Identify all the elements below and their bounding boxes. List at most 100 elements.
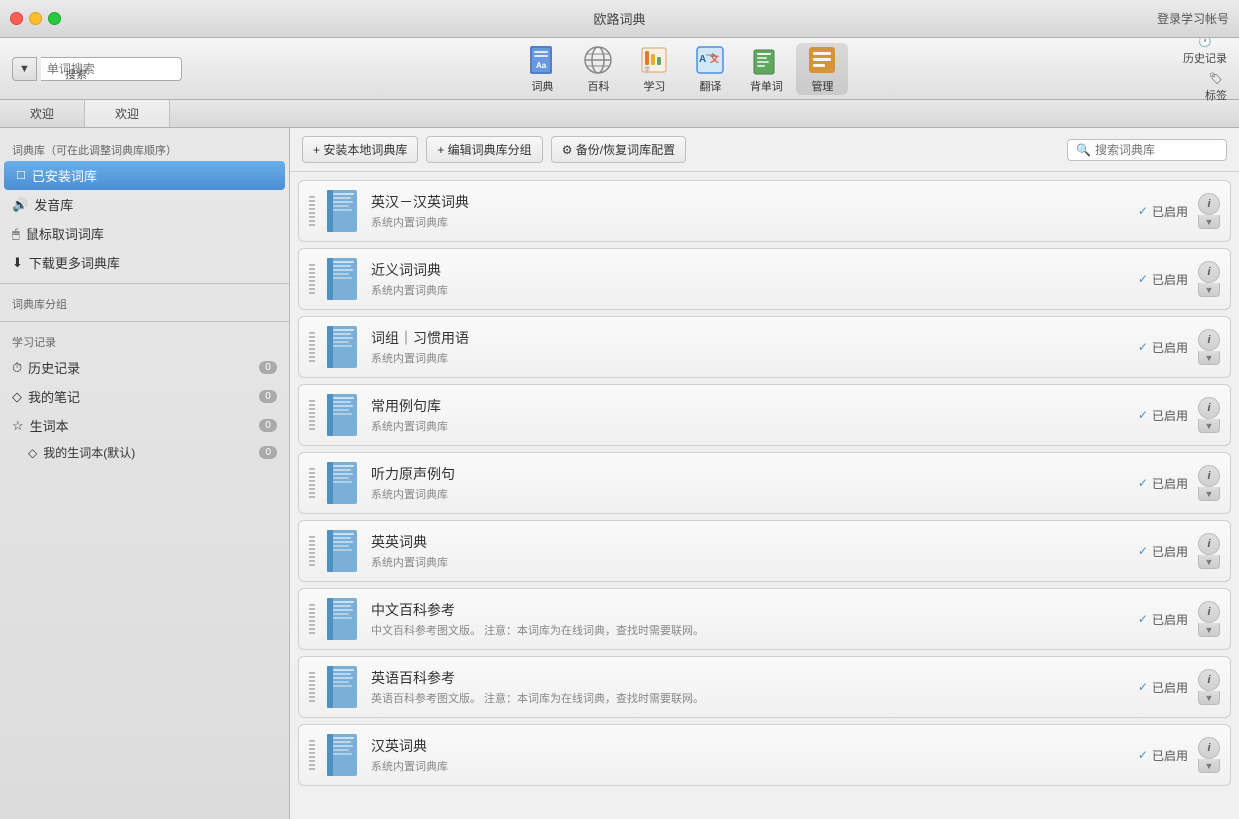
minimize-button[interactable] bbox=[29, 12, 42, 25]
dict-actions: i ▼ bbox=[1198, 737, 1220, 773]
toolbar-dict-button[interactable]: Aa 词典 bbox=[516, 43, 568, 95]
toolbar-translate-button[interactable]: A 文 翻译 bbox=[684, 43, 736, 95]
dict-expand-button[interactable]: ▼ bbox=[1198, 419, 1220, 433]
dict-expand-button[interactable]: ▼ bbox=[1198, 487, 1220, 501]
translate-icon: A 文 bbox=[694, 44, 726, 76]
dict-status: ✓ 已启用 bbox=[1138, 339, 1188, 356]
pronunciation-label: 发音库 bbox=[34, 195, 73, 214]
drag-handle[interactable] bbox=[309, 672, 315, 702]
notes-icon: ◇ bbox=[12, 389, 22, 405]
wiki-icon bbox=[582, 44, 614, 76]
dict-info-button[interactable]: i bbox=[1198, 737, 1220, 759]
notes-badge: 0 bbox=[259, 390, 277, 403]
tags-icon: 🏷 bbox=[1209, 72, 1223, 85]
search-label: 搜索 bbox=[65, 66, 87, 82]
my-vocab-icon: ◇ bbox=[28, 446, 37, 460]
dict-info-button[interactable]: i bbox=[1198, 601, 1220, 623]
svg-text:Aa: Aa bbox=[536, 61, 547, 70]
history-label: 历史记录 bbox=[1183, 50, 1227, 66]
search-dict-wrapper: 🔍 bbox=[1067, 139, 1227, 161]
check-icon: ✓ bbox=[1138, 340, 1148, 354]
search-input[interactable] bbox=[41, 62, 181, 76]
dict-item: 英英词典 系统内置词典库 ✓ 已启用 i ▼ bbox=[298, 520, 1231, 582]
maximize-button[interactable] bbox=[48, 12, 61, 25]
backup-button[interactable]: ⚙ 备份/恢复词库配置 bbox=[551, 136, 686, 163]
sidebar-item-vocab[interactable]: ☆ 生词本 0 bbox=[0, 411, 289, 440]
dict-info-button[interactable]: i bbox=[1198, 465, 1220, 487]
book-icon bbox=[325, 393, 361, 437]
history-button[interactable]: 🕐 历史记录 bbox=[1183, 35, 1227, 66]
sidebar-item-mouse[interactable]: 🖱 鼠标取词词库 bbox=[0, 219, 289, 248]
dict-actions: i ▼ bbox=[1198, 329, 1220, 365]
toolbar-bg-button[interactable]: 背单词 bbox=[740, 43, 792, 95]
sidebar: 词典库（可在此调整词典库顺序） ☐ 已安装词库 🔊 发音库 🖱 鼠标取词词库 ⬇… bbox=[0, 128, 290, 819]
drag-handle[interactable] bbox=[309, 604, 315, 634]
status-label: 已启用 bbox=[1152, 339, 1188, 356]
dict-name: 中文百科参考 bbox=[371, 600, 1128, 620]
dict-info: 常用例句库 系统内置词典库 bbox=[371, 396, 1128, 434]
status-label: 已启用 bbox=[1152, 543, 1188, 560]
vocab-icon: ☆ bbox=[12, 418, 24, 434]
toolbar-manage-button[interactable]: 管理 bbox=[796, 43, 848, 95]
tab-welcome1[interactable]: 欢迎 bbox=[0, 100, 85, 127]
sidebar-item-pronunciation[interactable]: 🔊 发音库 bbox=[0, 190, 289, 219]
download-icon: ⬇ bbox=[12, 255, 23, 271]
toolbar-wiki-button[interactable]: 百科 bbox=[572, 43, 624, 95]
sidebar-item-notes[interactable]: ◇ 我的笔记 0 bbox=[0, 382, 289, 411]
dict-sub: 中文百科参考图文版。 注意：本词库为在线词典，查找时需要联网。 bbox=[371, 622, 1128, 638]
sidebar-item-history[interactable]: ⏱ 历史记录 0 bbox=[0, 353, 289, 382]
dict-name: 近义词词典 bbox=[371, 260, 1128, 280]
tab-welcome2[interactable]: 欢迎 bbox=[85, 100, 170, 127]
status-label: 已启用 bbox=[1152, 203, 1188, 220]
toolbar-buttons: Aa 词典 百科 bbox=[190, 43, 1175, 95]
drag-handle[interactable] bbox=[309, 332, 315, 362]
tags-label: 标签 bbox=[1205, 87, 1227, 103]
toolbar-learn-button[interactable]: 学 学习 bbox=[628, 43, 680, 95]
app-title: 欧路词典 bbox=[593, 9, 645, 28]
dict-library-title: 词典库（可在此调整词典库顺序） bbox=[0, 136, 289, 161]
search-dict-input[interactable] bbox=[1095, 143, 1225, 157]
dict-info-button[interactable]: i bbox=[1198, 329, 1220, 351]
install-local-button[interactable]: + 安装本地词典库 bbox=[302, 136, 418, 163]
dict-item: 近义词词典 系统内置词典库 ✓ 已启用 i ▼ bbox=[298, 248, 1231, 310]
drag-handle[interactable] bbox=[309, 196, 315, 226]
drag-handle[interactable] bbox=[309, 468, 315, 498]
drag-handle[interactable] bbox=[309, 740, 315, 770]
dict-info-button[interactable]: i bbox=[1198, 397, 1220, 419]
download-label: 下载更多词典库 bbox=[29, 253, 120, 272]
dict-expand-button[interactable]: ▼ bbox=[1198, 759, 1220, 773]
dict-expand-button[interactable]: ▼ bbox=[1198, 623, 1220, 637]
dict-expand-button[interactable]: ▼ bbox=[1198, 691, 1220, 705]
dict-info-button[interactable]: i bbox=[1198, 193, 1220, 215]
account-label[interactable]: 登录学习帐号 bbox=[1157, 10, 1229, 27]
dict-expand-button[interactable]: ▼ bbox=[1198, 351, 1220, 365]
book-icon bbox=[325, 189, 361, 233]
check-icon: ✓ bbox=[1138, 476, 1148, 490]
dict-expand-button[interactable]: ▼ bbox=[1198, 555, 1220, 569]
dict-sub: 系统内置词典库 bbox=[371, 214, 1128, 230]
search-dropdown[interactable]: ▼ bbox=[12, 57, 37, 81]
tab-bar: 欢迎 欢迎 bbox=[0, 100, 1239, 128]
close-button[interactable] bbox=[10, 12, 23, 25]
sidebar-item-my-vocab[interactable]: ◇ 我的生词本(默认) 0 bbox=[0, 440, 289, 465]
drag-handle[interactable] bbox=[309, 400, 315, 430]
svg-text:学: 学 bbox=[644, 66, 650, 74]
drag-handle[interactable] bbox=[309, 536, 315, 566]
dict-actions: i ▼ bbox=[1198, 465, 1220, 501]
drag-handle[interactable] bbox=[309, 264, 315, 294]
dict-info-button[interactable]: i bbox=[1198, 261, 1220, 283]
tags-button[interactable]: 🏷 标签 bbox=[1205, 72, 1227, 103]
dict-expand-button[interactable]: ▼ bbox=[1198, 215, 1220, 229]
dict-name: 汉英词典 bbox=[371, 736, 1128, 756]
sidebar-item-installed[interactable]: ☐ 已安装词库 bbox=[4, 161, 285, 190]
dict-info: 汉英词典 系统内置词典库 bbox=[371, 736, 1128, 774]
sidebar-item-download[interactable]: ⬇ 下载更多词典库 bbox=[0, 248, 289, 277]
dict-actions: i ▼ bbox=[1198, 397, 1220, 433]
dict-expand-button[interactable]: ▼ bbox=[1198, 283, 1220, 297]
check-icon: ✓ bbox=[1138, 272, 1148, 286]
dict-info-button[interactable]: i bbox=[1198, 669, 1220, 691]
edit-group-button[interactable]: + 编辑词典库分组 bbox=[426, 136, 542, 163]
notes-label: 我的笔记 bbox=[28, 387, 80, 406]
dict-name: 听力原声例句 bbox=[371, 464, 1128, 484]
dict-info-button[interactable]: i bbox=[1198, 533, 1220, 555]
